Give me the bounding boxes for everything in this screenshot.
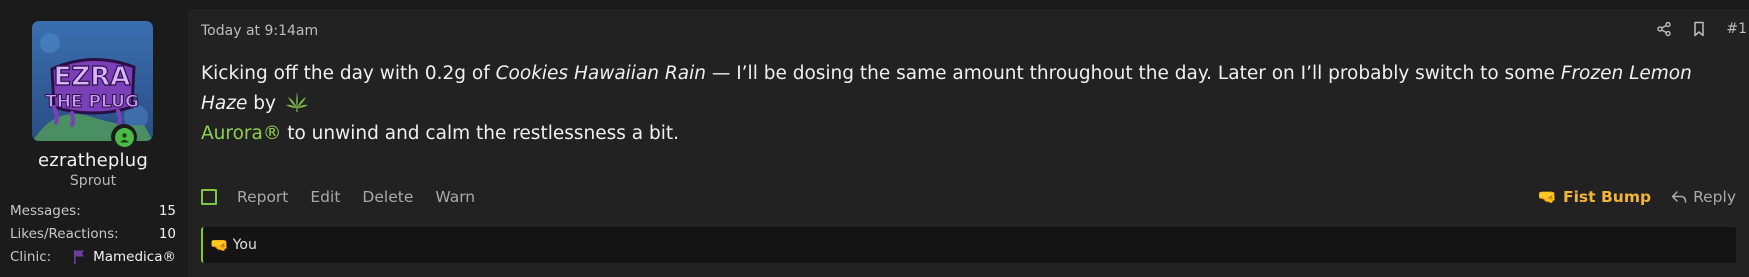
user-info-panel: EZRA THE PLUG ezratheplug Sprout Message… (0, 0, 186, 277)
fist-bump-icon: 🤜 (1537, 188, 1558, 206)
stat-likes: Likes/Reactions: 10 (10, 222, 176, 245)
username[interactable]: ezratheplug (0, 150, 186, 171)
stat-value: 15 (158, 202, 176, 219)
stat-label: Messages: (10, 202, 81, 219)
stat-label: Clinic: (10, 248, 52, 265)
stat-messages: Messages: 15 (10, 199, 176, 222)
reply-arrow-icon (1671, 191, 1687, 203)
avatar[interactable]: EZRA THE PLUG (32, 21, 153, 141)
stat-value: Mamedica® (73, 249, 176, 265)
strain-name: Cookies Hawaiian Rain (495, 63, 706, 84)
reactions-bar[interactable]: 🤜 You (201, 227, 1736, 263)
fist-bump-reaction-icon: 🤜 (210, 236, 229, 254)
text-segment: — I’ll be dosing the same amount through… (705, 63, 1561, 84)
stat-label: Likes/Reactions: (10, 225, 119, 242)
delete-link[interactable]: Delete (362, 188, 413, 206)
stat-clinic: Clinic: Mamedica® (10, 245, 176, 268)
online-status-icon (119, 132, 129, 142)
clinic-name: Mamedica® (93, 248, 176, 265)
warn-link[interactable]: Warn (435, 188, 475, 206)
post-number[interactable]: #1 (1726, 21, 1747, 37)
flag-icon (74, 249, 85, 264)
text-segment: by (247, 93, 282, 114)
edit-link[interactable]: Edit (310, 188, 340, 206)
text-segment: to unwind and calm the restlessness a bi… (281, 123, 679, 144)
user-title: Sprout (69, 173, 117, 189)
reply-label: Reply (1693, 188, 1736, 206)
svg-text:THE PLUG: THE PLUG (45, 92, 139, 112)
message-body: Kicking off the day with 0.2g of Cookies… (201, 59, 1721, 149)
report-link[interactable]: Report (237, 188, 288, 206)
message-footer: Report Edit Delete Warn 🤜 Fist Bump Repl… (201, 184, 1736, 210)
bookmark-icon[interactable] (1691, 21, 1707, 37)
reactions-users[interactable]: You (233, 237, 257, 253)
svg-text:EZRA: EZRA (54, 62, 131, 92)
brand-link[interactable]: Aurora® (201, 123, 281, 144)
user-stats: Messages: 15 Likes/Reactions: 10 Clinic:… (10, 199, 176, 268)
reply-button[interactable]: Reply (1671, 188, 1736, 206)
message-container: Today at 9:14am #1 Kicking off the day w… (188, 9, 1749, 277)
share-icon[interactable] (1656, 21, 1672, 37)
fist-bump-label: Fist Bump (1563, 188, 1652, 206)
message-date[interactable]: Today at 9:14am (201, 23, 318, 39)
message-header-actions: #1 (1656, 21, 1747, 37)
online-status (111, 124, 137, 150)
cannabis-leaf-icon (285, 92, 308, 112)
text-segment: Kicking off the day with 0.2g of (201, 63, 496, 84)
avatar-container[interactable]: EZRA THE PLUG (32, 21, 153, 150)
fist-bump-button[interactable]: 🤜 Fist Bump (1538, 188, 1651, 206)
select-checkbox[interactable] (201, 189, 217, 205)
stat-value: 10 (158, 225, 176, 242)
